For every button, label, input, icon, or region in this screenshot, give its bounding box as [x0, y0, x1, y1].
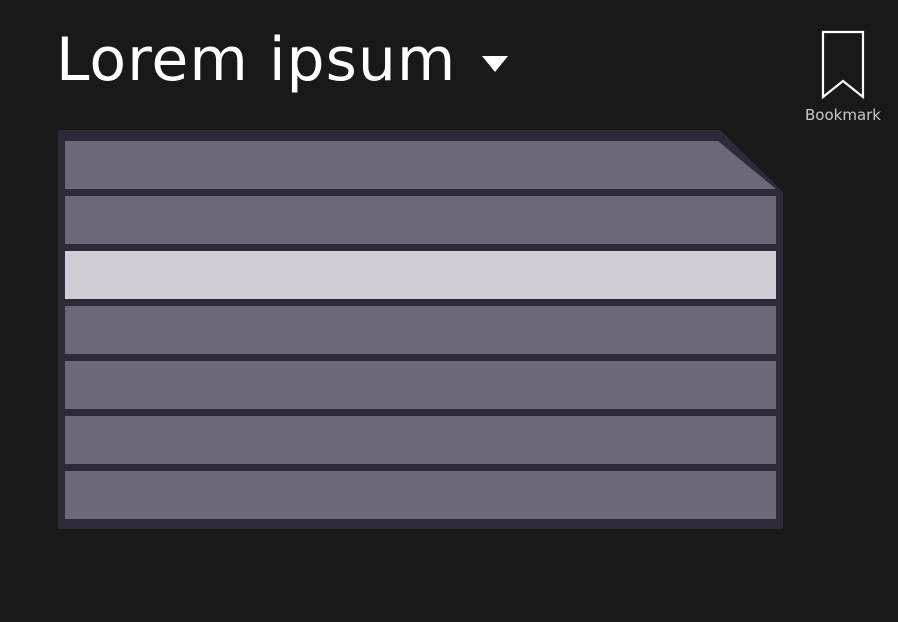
list-row-1[interactable]: [65, 141, 776, 189]
page-title: Lorem ipsum: [56, 25, 457, 95]
list-row-4[interactable]: [65, 306, 776, 354]
bookmark-label: Bookmark: [805, 106, 881, 124]
list-row-7[interactable]: [65, 471, 776, 519]
title-dropdown[interactable]: Lorem ipsum: [56, 24, 509, 96]
caret-down-icon[interactable]: [482, 56, 509, 72]
list-row-2[interactable]: [65, 196, 776, 244]
list-row-5[interactable]: [65, 361, 776, 409]
list-row-3-selected[interactable]: [65, 251, 776, 299]
bookmark-button[interactable]: Bookmark: [800, 30, 886, 124]
stack-list: [58, 130, 783, 529]
bookmark-icon: [821, 30, 865, 100]
list-row-6[interactable]: [65, 416, 776, 464]
